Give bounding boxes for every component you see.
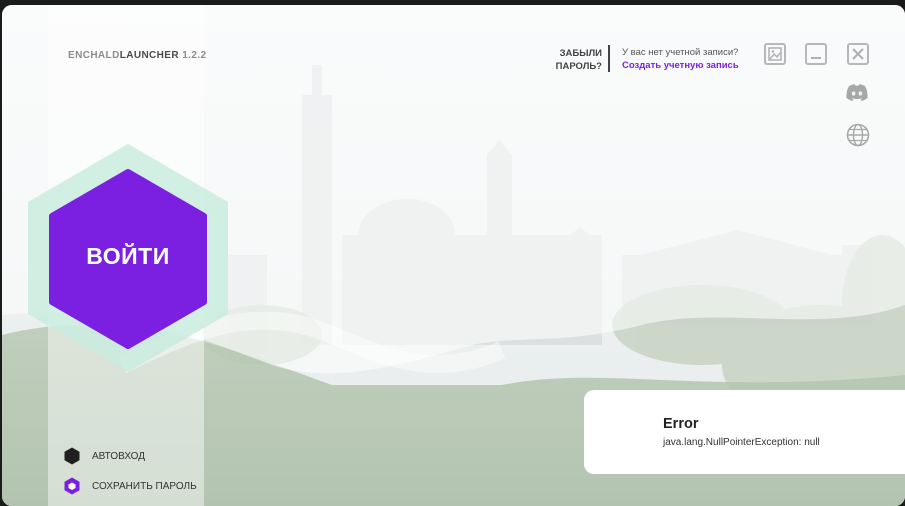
save-password-label: СОХРАНИТЬ ПАРОЛЬ (92, 480, 197, 492)
close-icon (852, 48, 864, 60)
hexagon-checkbox-checked-icon[interactable] (64, 477, 80, 495)
forgot-password-link[interactable]: ЗАБЫЛИ ПАРОЛЬ? (554, 47, 602, 73)
settings-image-icon (768, 47, 782, 61)
app-name-part1: ENCHALD (68, 50, 120, 61)
no-account-text: У вас нет учетной записи? (622, 47, 739, 58)
forgot-line1: ЗАБЫЛИ (559, 48, 602, 59)
error-notification: Error java.lang.NullPointerException: nu… (584, 390, 905, 474)
settings-image-button[interactable] (764, 43, 786, 65)
save-password-option[interactable]: СОХРАНИТЬ ПАРОЛЬ (64, 477, 197, 495)
create-account-link[interactable]: Создать учетную запись (622, 60, 739, 71)
discord-icon[interactable] (845, 83, 869, 103)
minimize-icon (811, 57, 821, 59)
autologin-option[interactable]: АВТОВХОД (64, 447, 145, 465)
error-message: java.lang.NullPointerException: null (663, 437, 820, 448)
minimize-button[interactable] (805, 43, 827, 65)
app-version: 1.2.2 (182, 50, 207, 61)
error-title: Error (663, 416, 699, 432)
close-button[interactable] (847, 43, 869, 65)
login-button-label[interactable]: ВОЙТИ (26, 243, 230, 270)
account-divider (608, 45, 610, 72)
hexagon-checkbox-filled-icon[interactable] (64, 447, 80, 465)
forgot-line2: ПАРОЛЬ? (555, 61, 602, 72)
launcher-window: ENCHALDLAUNCHER 1.2.2 ВОЙТИ АВТОВХОД СОХ… (2, 5, 905, 506)
globe-icon[interactable] (846, 123, 870, 147)
app-name-part2: LAUNCHER (119, 50, 179, 61)
app-title: ENCHALDLAUNCHER 1.2.2 (68, 50, 206, 61)
autologin-label: АВТОВХОД (92, 450, 146, 462)
